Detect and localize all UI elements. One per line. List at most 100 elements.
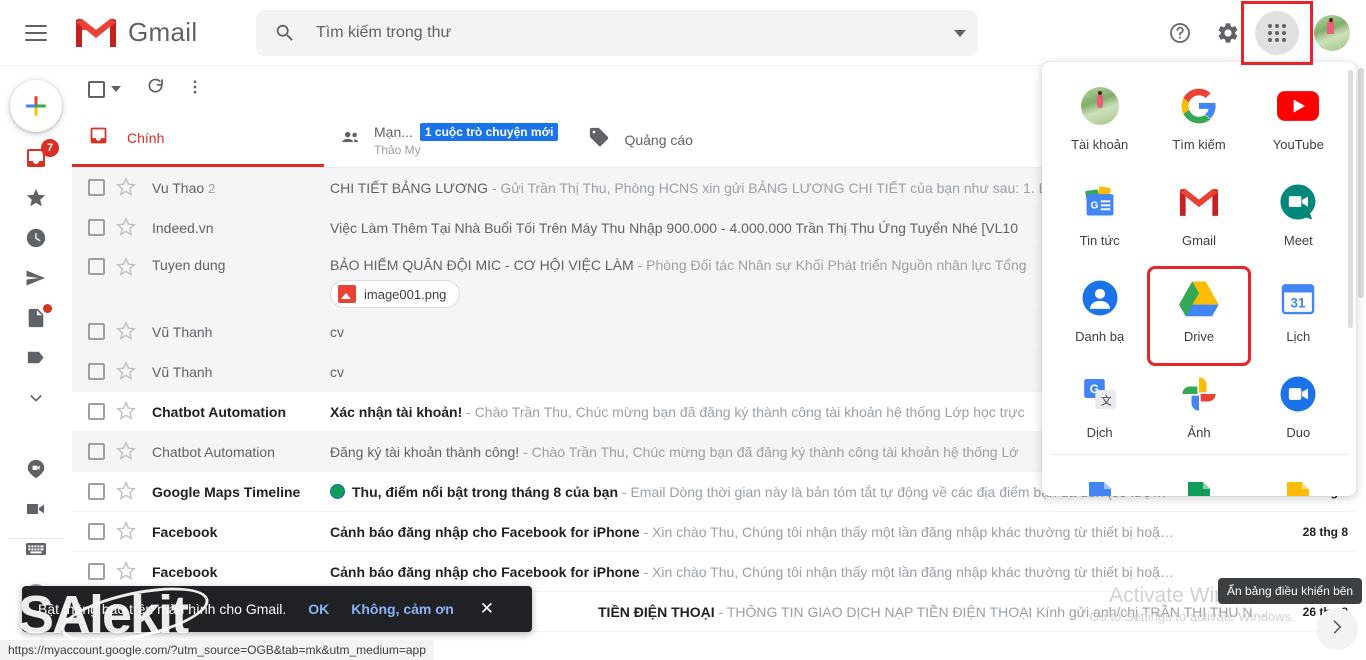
app-news-label: Tin tức (1080, 233, 1120, 248)
apps-panel-divider (1050, 454, 1348, 455)
star-icon[interactable] (116, 401, 138, 423)
app-youtube[interactable]: YouTube (1249, 76, 1348, 172)
row-sender: Google Maps Timeline (152, 484, 330, 500)
row-subject: cv (330, 364, 344, 380)
google-drive-icon (1177, 276, 1221, 320)
app-drive[interactable]: Drive (1149, 268, 1248, 364)
row-subject: Việc Làm Thêm Tại Nhà Buổi Tối Trên Máy … (330, 220, 1018, 236)
google-apps-button-wrapper (1255, 11, 1299, 55)
compose-button[interactable] (10, 80, 62, 132)
app-contacts[interactable]: Danh bạ (1050, 268, 1149, 364)
app-photos[interactable]: Ảnh (1149, 364, 1248, 460)
google-meet-icon (1276, 180, 1320, 224)
app-meet[interactable]: Meet (1249, 172, 1348, 268)
more-options-button[interactable] (175, 69, 215, 109)
close-icon[interactable]: ✕ (480, 599, 494, 619)
star-icon[interactable] (116, 521, 138, 543)
app-slides[interactable] (1249, 460, 1348, 496)
app-search[interactable]: Tìm kiếm (1149, 76, 1248, 172)
gear-icon[interactable] (1206, 11, 1250, 55)
sidebar-item-snoozed[interactable] (0, 220, 72, 260)
scrollbar-thumb[interactable] (1358, 68, 1364, 298)
star-icon[interactable] (116, 481, 138, 503)
sidebar-item-drafts[interactable] (0, 300, 72, 340)
row-sender: Chatbot Automation (152, 444, 330, 460)
star-icon[interactable] (116, 441, 138, 463)
sidebar-item-starred[interactable] (0, 180, 72, 220)
app-gmail[interactable]: Gmail (1149, 172, 1248, 268)
row-subject: cv (330, 324, 344, 340)
star-icon[interactable] (116, 321, 138, 343)
row-snippet: - THÔNG TIN GIAO DỊCH NẠP TIỀN ĐIỆN THOẠ… (715, 604, 1267, 620)
table-row[interactable]: Facebook Cảnh báo đăng nhập cho Facebook… (72, 512, 1366, 552)
tab-promotions-label: Quảng cáo (624, 132, 693, 148)
row-checkbox[interactable] (88, 443, 105, 460)
star-icon[interactable] (116, 361, 138, 383)
label-tag-icon (25, 346, 48, 374)
row-checkbox[interactable] (88, 258, 105, 275)
sidebar-item-sent[interactable] (0, 260, 72, 300)
sidebar-item-labels[interactable] (0, 340, 72, 380)
notification-message: Bật thông báo trên màn hình cho Gmail. (38, 601, 286, 617)
search-bar[interactable] (256, 10, 978, 56)
tab-social-badge: 1 cuộc trò chuyện mới (420, 123, 559, 141)
row-sender: Indeed.vn (152, 220, 330, 236)
search-options-caret[interactable] (942, 10, 978, 56)
notification-ok-button[interactable]: OK (308, 601, 329, 617)
hamburger-menu-icon[interactable] (12, 9, 60, 57)
page-scrollbar[interactable] (1356, 66, 1366, 660)
row-checkbox[interactable] (88, 483, 105, 500)
tab-primary[interactable]: Chính (72, 112, 324, 167)
row-sender: Chatbot Automation (152, 404, 330, 420)
gmail-brand[interactable]: Gmail (74, 16, 197, 49)
google-apps-grid-icon[interactable] (1255, 11, 1299, 55)
notification-dismiss-button[interactable]: Không, cảm ơn (351, 601, 454, 617)
star-icon[interactable] (116, 561, 138, 583)
google-apps-panel: Tài khoản Tìm kiếm (1042, 62, 1356, 496)
tag-icon (588, 126, 610, 153)
row-checkbox[interactable] (88, 403, 105, 420)
sidebar-item-chat[interactable] (0, 451, 72, 491)
search-input[interactable] (316, 24, 942, 42)
sidebar-item-meet[interactable] (0, 491, 72, 531)
sidebar-item-more[interactable] (0, 380, 72, 420)
app-account[interactable]: Tài khoản (1050, 76, 1149, 172)
star-icon[interactable] (116, 217, 138, 239)
app-duo[interactable]: Duo (1249, 364, 1348, 460)
sidebar-item-keyboard[interactable] (0, 531, 72, 571)
select-all-checkbox[interactable] (88, 81, 121, 98)
tab-promotions[interactable]: Quảng cáo (572, 112, 792, 167)
star-icon[interactable] (116, 257, 138, 279)
account-avatar[interactable] (1314, 15, 1350, 51)
star-icon[interactable] (116, 177, 138, 199)
image-file-icon (338, 285, 356, 303)
row-checkbox[interactable] (88, 323, 105, 340)
help-icon[interactable] (1158, 11, 1202, 55)
apps-panel-scrollbar[interactable] (1348, 70, 1353, 328)
app-sheets[interactable] (1149, 460, 1248, 496)
google-sheets-icon (1177, 482, 1221, 496)
row-date: 28 thg 8 (1270, 525, 1366, 539)
row-checkbox[interactable] (88, 363, 105, 380)
app-news[interactable]: G Tin tức (1050, 172, 1149, 268)
row-subject: TIỀN ĐIỆN THOẠI (598, 604, 715, 620)
row-subject: Cảnh báo đăng nhập cho Facebook for iPho… (330, 564, 640, 580)
attachment-chip[interactable]: image001.png (330, 280, 460, 308)
inbox-tab-icon (88, 125, 109, 151)
svg-text:G: G (1090, 200, 1098, 211)
row-checkbox[interactable] (88, 563, 105, 580)
row-checkbox[interactable] (88, 179, 105, 196)
sidebar-item-inbox[interactable]: 7 (0, 140, 72, 180)
row-subject: Đăng ký tài khoản thành công! (330, 444, 519, 460)
refresh-icon (145, 76, 166, 102)
gmail-icon (1177, 180, 1221, 224)
app-calendar[interactable]: 31 Lịch (1249, 268, 1348, 364)
clock-icon (25, 227, 47, 254)
next-page-button[interactable] (1316, 608, 1358, 650)
row-checkbox[interactable] (88, 523, 105, 540)
tab-social[interactable]: Mạn... 1 cuộc trò chuyện mới Thảo My (324, 112, 572, 167)
row-checkbox[interactable] (88, 219, 105, 236)
refresh-button[interactable] (135, 69, 175, 109)
app-docs[interactable] (1050, 460, 1149, 496)
app-translate[interactable]: G 文 Dịch (1050, 364, 1149, 460)
